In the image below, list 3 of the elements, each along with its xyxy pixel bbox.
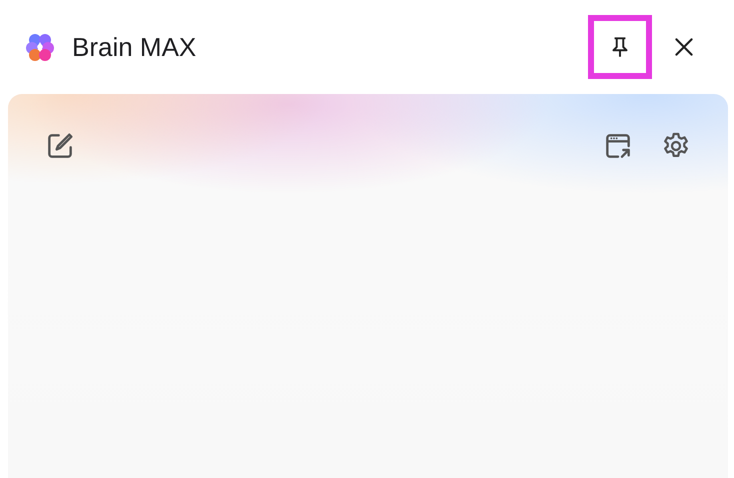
pin-button[interactable] (588, 15, 652, 79)
window-title: Brain MAX (72, 32, 196, 62)
logo-icon (24, 31, 56, 63)
